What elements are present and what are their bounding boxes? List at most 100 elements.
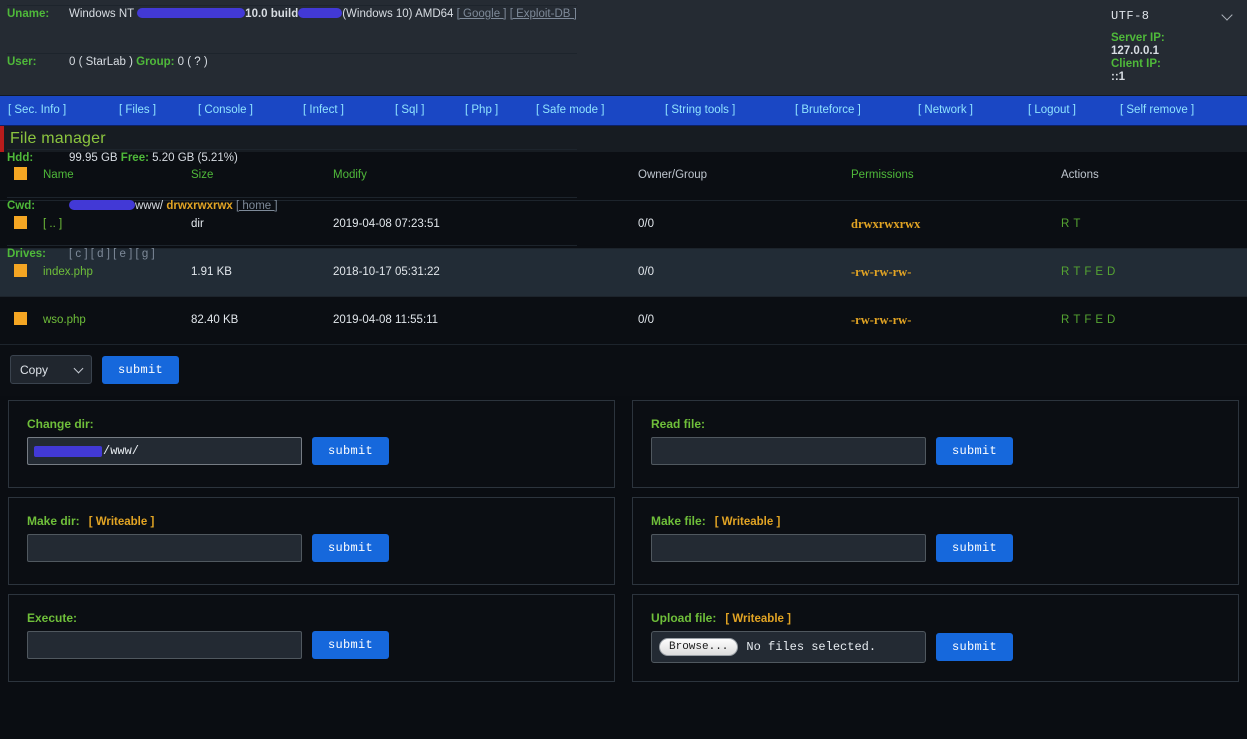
- nav-link-console[interactable]: [ Console ]: [198, 104, 253, 116]
- home-link[interactable]: [ home ]: [236, 200, 278, 212]
- read-file-input[interactable]: [651, 437, 926, 465]
- panel-make-file: Make file:[ Writeable ] submit: [632, 497, 1239, 585]
- nav-link-safe-mode[interactable]: [ Safe mode ]: [536, 104, 604, 116]
- action-t[interactable]: T: [1073, 218, 1080, 230]
- column-header-permissions[interactable]: Permissions: [850, 152, 1060, 200]
- panel-change-dir: Change dir: /www/ submit: [8, 400, 615, 488]
- bulk-action-select[interactable]: CopyMoveDeletePasteCompressUncompress: [10, 355, 92, 384]
- row-checkbox[interactable]: [14, 312, 27, 325]
- redaction-bar-path: [34, 446, 102, 457]
- user-label: User:: [7, 54, 69, 102]
- column-header-actions: Actions: [1060, 152, 1247, 200]
- tool-panels: Change dir: /www/ submit Read file: subm…: [0, 396, 1247, 682]
- exploit-db-link[interactable]: [ Exploit-DB ]: [510, 8, 577, 20]
- client-ip-label: Client IP:: [1111, 58, 1239, 71]
- make-dir-label: Make dir:: [27, 514, 80, 528]
- main-nav: [ Sec. Info ] [ Files ] [ Console ] [ Infec…: [0, 96, 1247, 126]
- action-t[interactable]: T: [1073, 314, 1080, 326]
- action-d[interactable]: D: [1107, 266, 1115, 278]
- panel-row-1: Change dir: /www/ submit Read file: subm…: [8, 400, 1239, 488]
- change-dir-label: Change dir:: [27, 417, 596, 431]
- cell-name: wso.php: [42, 296, 190, 344]
- action-e[interactable]: E: [1095, 266, 1103, 278]
- info-row-drives: Drives: [ c ] [ d ] [ e ] [ g ]: [7, 246, 577, 294]
- change-dir-submit-button[interactable]: submit: [312, 437, 389, 465]
- upload-file-submit-button[interactable]: submit: [936, 633, 1013, 661]
- browse-button[interactable]: Browse...: [659, 638, 738, 656]
- file-picker[interactable]: Browse... No files selected.: [651, 631, 926, 663]
- uname-build: 10.0 build: [245, 8, 298, 20]
- make-dir-row: submit: [27, 534, 596, 562]
- upload-file-writeable-badge: [ Writeable ]: [725, 613, 791, 625]
- uname-prefix: Windows NT: [69, 8, 137, 20]
- drives-value[interactable]: [ c ] [ d ] [ e ] [ g ]: [69, 246, 577, 294]
- action-f[interactable]: F: [1084, 266, 1091, 278]
- cwd-label: Cwd:: [7, 198, 69, 246]
- action-d[interactable]: D: [1107, 314, 1115, 326]
- bulk-action-dropdown-wrap: CopyMoveDeletePasteCompressUncompress: [10, 355, 92, 384]
- charset-selector[interactable]: UTF-8: [1089, 5, 1239, 27]
- execute-submit-button[interactable]: submit: [312, 631, 389, 659]
- action-r[interactable]: R: [1061, 314, 1069, 326]
- action-e[interactable]: E: [1095, 314, 1103, 326]
- nav-link-bruteforce[interactable]: [ Bruteforce ]: [795, 104, 861, 116]
- permissions-link[interactable]: -rw-rw-rw-: [851, 265, 911, 279]
- upload-file-label: Upload file:: [651, 611, 716, 625]
- group-value: 0 ( ? ): [178, 56, 208, 68]
- execute-label: Execute:: [27, 611, 596, 625]
- cell-actions: RTFED: [1060, 248, 1247, 296]
- user-value: 0 ( StarLab ): [69, 56, 133, 68]
- cell-permissions: -rw-rw-rw-: [850, 296, 1060, 344]
- column-header-owner-group: Owner/Group: [637, 152, 850, 200]
- hdd-label: Hdd:: [7, 150, 69, 198]
- make-dir-writeable-badge: [ Writeable ]: [89, 516, 155, 528]
- redaction-bar-2: [298, 8, 342, 18]
- table-row[interactable]: wso.php82.40 KB2019-04-08 11:55:110/0-rw…: [0, 296, 1247, 344]
- bulk-submit-button[interactable]: submit: [102, 356, 179, 384]
- make-file-label: Make file:: [651, 514, 706, 528]
- nav-link-sql[interactable]: [ Sql ]: [395, 104, 424, 116]
- file-selection-status: No files selected.: [746, 640, 876, 654]
- nav-link-self-remove[interactable]: [ Self remove ]: [1120, 104, 1194, 116]
- nav-link-php[interactable]: [ Php ]: [465, 104, 498, 116]
- cwd-perms: drwxrwxrwx: [166, 200, 232, 212]
- cell-owner-group: 0/0: [637, 296, 850, 344]
- permissions-link[interactable]: drwxrwxrwx: [851, 217, 920, 231]
- change-dir-row: /www/ submit: [27, 437, 596, 465]
- hdd-free-value: 5.20 GB (5.21%): [152, 152, 238, 164]
- make-dir-label-wrap: Make dir: [ Writeable ]: [27, 514, 596, 528]
- make-file-submit-button[interactable]: submit: [936, 534, 1013, 562]
- nav-link-sec-info[interactable]: [ Sec. Info ]: [8, 104, 66, 116]
- nav-link-files[interactable]: [ Files ]: [119, 104, 156, 116]
- make-dir-input[interactable]: [27, 534, 302, 562]
- chevron-down-icon: [1223, 10, 1235, 22]
- make-file-input[interactable]: [651, 534, 926, 562]
- system-info-table: Uname: Windows NT 10.0 build (Windows 10)…: [7, 5, 577, 294]
- hdd-value-cell: 99.95 GB Free: 5.20 GB (5.21%): [69, 150, 577, 198]
- hdd-free-label: Free:: [121, 152, 149, 164]
- read-file-submit-button[interactable]: submit: [936, 437, 1013, 465]
- execute-row: submit: [27, 631, 596, 659]
- nav-link-infect[interactable]: [ Infect ]: [303, 104, 344, 116]
- nav-link-network[interactable]: [ Network ]: [918, 104, 973, 116]
- action-t[interactable]: T: [1073, 266, 1080, 278]
- panel-execute: Execute: submit: [8, 594, 615, 682]
- client-ip-value: ::1: [1111, 71, 1239, 84]
- uname-label: Uname:: [7, 6, 69, 54]
- server-ip-value: 127.0.0.1: [1111, 45, 1239, 58]
- change-dir-input[interactable]: /www/: [27, 437, 302, 465]
- execute-input[interactable]: [27, 631, 302, 659]
- file-link[interactable]: wso.php: [43, 314, 86, 326]
- panel-row-3: Execute: submit Upload file: [ Writeable …: [8, 594, 1239, 682]
- action-r[interactable]: R: [1061, 266, 1069, 278]
- action-f[interactable]: F: [1084, 314, 1091, 326]
- nav-link-string-tools[interactable]: [ String tools ]: [665, 104, 735, 116]
- make-file-row: submit: [651, 534, 1220, 562]
- google-link[interactable]: [ Google ]: [457, 8, 507, 20]
- permissions-link[interactable]: -rw-rw-rw-: [851, 313, 911, 327]
- make-dir-submit-button[interactable]: submit: [312, 534, 389, 562]
- info-row-uname: Uname: Windows NT 10.0 build (Windows 10)…: [7, 6, 577, 54]
- nav-link-logout[interactable]: [ Logout ]: [1028, 104, 1076, 116]
- action-r[interactable]: R: [1061, 218, 1069, 230]
- uname-suffix: (Windows 10) AMD64: [342, 8, 453, 20]
